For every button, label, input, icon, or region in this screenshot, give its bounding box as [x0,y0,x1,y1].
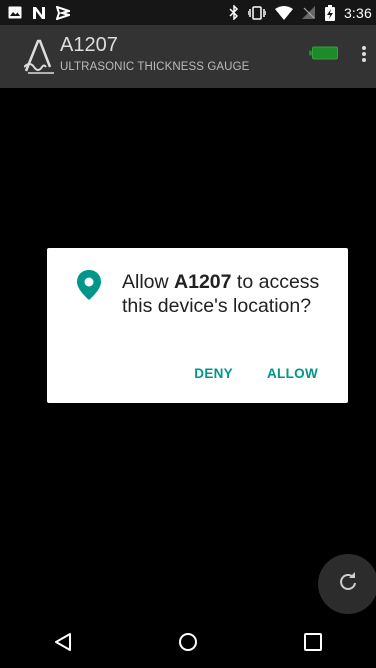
battery-charging-icon [324,4,335,21]
home-button[interactable] [158,620,218,668]
app-title: A1207 [60,34,118,56]
app-logo-icon [23,37,62,75]
location-pin-icon [77,270,101,300]
refresh-button[interactable] [318,554,376,614]
back-icon [54,632,72,657]
allow-button[interactable]: ALLOW [267,366,318,381]
app-subtitle: ULTRASONIC THICKNESS GAUGE [60,61,250,73]
recents-button[interactable] [283,620,343,668]
navigation-bar [0,620,376,668]
back-button[interactable] [33,620,93,668]
image-icon [8,6,22,19]
device-battery-icon [309,46,338,60]
wifi-icon [274,5,293,20]
dialog-message-prefix: Allow [122,271,175,293]
no-signal-icon [301,5,316,20]
dialog-app-name: A1207 [174,271,232,293]
deny-button[interactable]: DENY [194,366,233,381]
dialog-message: Allow A1207 to access this device's loca… [122,270,332,318]
dialog-actions: DENY ALLOW [194,366,318,381]
home-icon [178,632,198,657]
screen: 3:36 A1207 ULTRASONIC THICKNESS GAUGE Al… [0,0,376,668]
status-time: 3:36 [343,4,372,21]
overflow-menu-icon[interactable] [356,44,372,64]
refresh-icon [338,571,358,597]
notification-n-icon [32,6,46,20]
status-bar: 3:36 [0,0,376,25]
location-permission-dialog: Allow A1207 to access this device's loca… [47,248,348,403]
recents-icon [304,632,323,656]
bluetooth-icon [229,5,239,20]
vibrate-icon [247,5,266,20]
notification-flag-icon [56,5,70,20]
